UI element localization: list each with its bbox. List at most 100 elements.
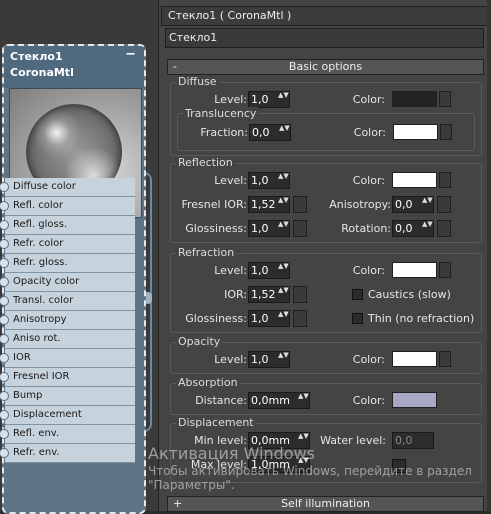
translucency-color-swatch[interactable] [393,124,438,140]
reflection-map-button[interactable] [439,172,451,188]
translucency-fraction-spinner[interactable]: 0,0 ▲▼ [249,124,291,141]
refraction-level-spinner[interactable]: 1,0 ▲▼ [248,262,290,279]
absorption-distance-spinner[interactable]: 0,0mm ▲▼ [248,392,310,409]
node-socket[interactable]: Refr. gloss. [0,254,135,273]
basic-options-rollout[interactable]: - Basic options [167,59,484,75]
socket-input-dot[interactable] [0,429,9,439]
absorption-color-swatch[interactable] [392,392,437,408]
spinner-arrows[interactable]: ▲▼ [278,311,289,318]
material-name-field[interactable]: Стекло1 [165,28,484,48]
anisotropy-spinner[interactable]: 0,0 ▲▼ [392,196,434,213]
socket-input-dot[interactable] [0,277,9,287]
spinner-arrows[interactable]: ▲▼ [279,125,290,132]
spinner-arrows[interactable]: ▲▼ [278,197,289,204]
ior-spinner[interactable]: 1,52 ▲▼ [248,286,290,303]
node-socket[interactable]: Bump [0,387,135,406]
refraction-level-label: Level: [214,264,247,277]
reflection-color-swatch[interactable] [392,172,437,188]
spinner-arrows[interactable]: ▲▼ [298,457,309,464]
refraction-gloss-map-button[interactable] [293,310,307,327]
rotation-spinner[interactable]: 0,0 ▲▼ [392,220,434,237]
group-title: Translucency [183,107,259,120]
spinner-arrows[interactable]: ▲▼ [278,352,289,359]
spinner-arrows[interactable]: ▲▼ [278,221,289,228]
anisotropy-map-button[interactable] [437,196,451,213]
socket-input-dot[interactable] [0,372,9,382]
min-level-spinner[interactable]: 0,0mm ▲▼ [248,432,310,449]
spinner-arrows[interactable]: ▲▼ [278,173,289,180]
refraction-gloss-spinner[interactable]: 1,0 ▲▼ [248,310,290,327]
node-socket[interactable]: Transl. color [0,292,135,311]
reflection-level-spinner[interactable]: 1,0 ▲▼ [248,172,290,189]
diffuse-level-spinner[interactable]: 1,0 ▲▼ [248,91,290,108]
refraction-map-button[interactable] [439,262,451,278]
socket-input-dot[interactable] [0,258,9,268]
socket-input-dot[interactable] [0,334,9,344]
socket-input-dot[interactable] [0,410,9,420]
node-socket[interactable]: Refr. color [0,235,135,254]
rollout-collapse-toggle[interactable]: - [173,60,177,74]
refraction-color-swatch[interactable] [392,262,437,278]
reflection-gloss-label: Glossiness: [185,222,247,235]
diffuse-color-swatch[interactable] [392,91,437,107]
diffuse-map-button[interactable] [439,91,451,107]
node-socket[interactable]: Anisotropy [0,311,135,330]
panel-title: Стекло1 ( CoronaMtl ) [161,6,490,26]
socket-input-dot[interactable] [0,220,9,230]
opacity-level-label: Level: [214,353,247,366]
node-editor-canvas[interactable]: Стекло1 CoronaMtl − Diffuse color Refl. c… [0,0,158,514]
node-socket[interactable]: Aniso rot. [0,330,135,349]
socket-label: Displacement [13,409,82,420]
node-socket[interactable]: Refl. env. [0,425,135,444]
fresnel-ior-map-button[interactable] [293,196,307,213]
reflection-gloss-spinner[interactable]: 1,0 ▲▼ [248,220,290,237]
spinner-arrows[interactable]: ▲▼ [278,287,289,294]
spinner-arrows[interactable]: ▲▼ [422,221,433,228]
absorption-group: Absorption Distance: 0,0mm ▲▼ Color: [170,376,482,415]
max-level-spinner[interactable]: 1,0mm ▲▼ [248,456,310,473]
node-socket[interactable]: Displacement [0,406,135,425]
socket-input-dot[interactable] [0,296,9,306]
spinner-value: 1,0 [251,312,269,325]
opacity-color-label: Color: [352,353,385,366]
node-socket[interactable]: Refl. gloss. [0,216,135,235]
refraction-group: Refraction Level: 1,0 ▲▼ Color: IOR: 1,5… [170,246,482,333]
node-header[interactable]: Стекло1 CoronaMtl − [4,46,144,88]
node-collapse-button[interactable]: − [125,47,136,63]
displacement-map-button[interactable] [392,459,406,473]
socket-input-dot[interactable] [0,353,9,363]
node-socket[interactable]: Opacity color [0,273,135,292]
opacity-color-swatch[interactable] [392,351,437,367]
translucency-map-button[interactable] [440,124,452,140]
thin-checkbox[interactable] [352,313,363,324]
node-socket[interactable]: Refr. env. [0,444,135,463]
water-level-spinner[interactable]: 0,0 [392,432,434,449]
opacity-group: Opacity Level: 1,0 ▲▼ Color: [170,335,482,374]
opacity-level-spinner[interactable]: 1,0 ▲▼ [248,351,290,368]
node-socket[interactable]: Refl. color [0,197,135,216]
spinner-arrows[interactable]: ▲▼ [422,197,433,204]
spinner-value: 1,0 [251,353,269,366]
fresnel-ior-spinner[interactable]: 1,52 ▲▼ [248,196,290,213]
socket-input-dot[interactable] [0,239,9,249]
socket-input-dot[interactable] [0,201,9,211]
socket-input-dot[interactable] [0,391,9,401]
socket-input-dot[interactable] [0,182,9,192]
socket-input-dot[interactable] [0,448,9,458]
ior-map-button[interactable] [293,286,307,303]
self-illumination-rollout[interactable]: + Self illumination [167,496,484,512]
spinner-arrows[interactable]: ▲▼ [298,433,309,440]
node-socket[interactable]: Fresnel IOR [0,368,135,387]
spinner-arrows[interactable]: ▲▼ [298,393,309,400]
spinner-arrows[interactable]: ▲▼ [278,92,289,99]
rotation-map-button[interactable] [437,220,451,237]
caustics-checkbox[interactable] [352,289,363,300]
reflection-gloss-map-button[interactable] [293,220,307,237]
panel-scrollbar[interactable] [487,0,491,511]
spinner-arrows[interactable]: ▲▼ [278,263,289,270]
rollout-expand-toggle[interactable]: + [173,497,182,511]
node-socket[interactable]: Diffuse color [0,178,135,197]
socket-input-dot[interactable] [0,315,9,325]
node-socket[interactable]: IOR [0,349,135,368]
opacity-map-button[interactable] [439,351,451,367]
